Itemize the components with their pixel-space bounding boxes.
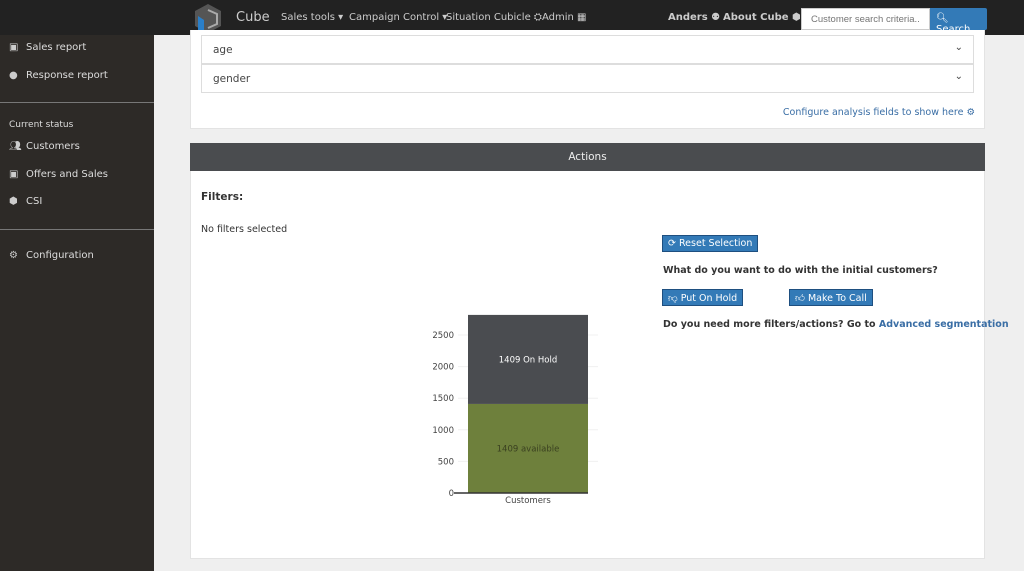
nav-situation-cubicle[interactable]: Situation Cubicle ⛭ [446, 12, 542, 23]
more-filters-text: Do you need more filters/actions? Go to … [663, 319, 1009, 330]
sidebar: ▣ Sales report ● Response report Current s… [0, 35, 154, 571]
accordion-age[interactable]: age ⌄ [201, 35, 974, 64]
field-label: age [213, 44, 233, 56]
users-icon: 👥︎ [9, 141, 22, 152]
bar-data-label: 1409 On Hold [499, 355, 557, 365]
reset-selection-button[interactable]: ⟳ Reset Selection [662, 235, 759, 252]
cogs-icon: ⚙ [966, 107, 975, 118]
nav-about[interactable]: About Cube ⬢ [723, 12, 801, 23]
refresh-icon: ⟳ [668, 238, 676, 249]
customers-chart: 0 500 1000 1500 2000 2500 1409 available 1409 O… [432, 314, 598, 506]
label: CSI [26, 196, 43, 207]
gift-icon: ▣ [9, 42, 19, 53]
sidebar-item-sales-report[interactable]: ▣ Sales report [9, 42, 86, 53]
put-on-hold-button[interactable]: 👎︎ Put On Hold [662, 289, 744, 306]
sidebar-item-csi[interactable]: ⬢ CSI [9, 196, 42, 207]
label: Make To Call [807, 293, 867, 304]
divider [0, 229, 154, 230]
nav-sales-tools[interactable]: Sales tools ▾ [281, 12, 343, 23]
sidebar-item-configuration[interactable]: ⚙ Configuration [9, 250, 94, 261]
chevron-down-icon: ⌄ [954, 71, 963, 82]
nav-campaign-control[interactable]: Campaign Control ▾ [349, 12, 447, 23]
y-tick-label: 2000 [432, 363, 454, 373]
advanced-segmentation-link[interactable]: Advanced segmentation [879, 319, 1009, 330]
accordion-gender[interactable]: gender ⌄ [201, 64, 974, 93]
label: Put On Hold [680, 293, 738, 304]
nav-user[interactable]: Anders ⚉ [668, 12, 720, 23]
cube-icon: ⬢ [9, 196, 18, 207]
y-tick-label: 500 [438, 457, 454, 467]
label: Sales report [26, 42, 87, 53]
label: Reset Selection [679, 238, 753, 249]
thumbs-up-icon: 👍︎ [795, 293, 805, 304]
sidebar-item-customers[interactable]: 👥︎ Customers [9, 141, 80, 152]
actions-header: Actions [190, 143, 985, 171]
comments-icon: ● [9, 70, 18, 81]
question-text: What do you want to do with the initial … [663, 265, 938, 276]
make-to-call-button[interactable]: 👍︎ Make To Call [789, 289, 873, 306]
y-tick-label: 1500 [432, 394, 454, 404]
field-label: gender [213, 73, 251, 85]
chevron-down-icon: ⌄ [954, 42, 963, 53]
section-current-status: Current status [9, 120, 74, 130]
label: Offers and Sales [26, 169, 109, 180]
y-tick-label: 1000 [432, 426, 454, 436]
cogs-icon: ⚙ [9, 250, 18, 261]
prefix: Do you need more filters/actions? Go to [663, 319, 876, 330]
search-button[interactable]: 🔍︎ Search [930, 8, 987, 35]
label: Response report [26, 70, 108, 81]
link-text: Configure analysis fields to show here [782, 107, 964, 118]
customer-search-input[interactable] [801, 8, 930, 30]
y-tick-label: 0 [449, 489, 454, 499]
divider [0, 102, 154, 103]
search-icon: 🔍︎ [936, 13, 949, 24]
label: Customers [26, 141, 80, 152]
gift-icon: ▣ [9, 169, 19, 180]
no-filters-text: No filters selected [201, 224, 288, 235]
nav-admin[interactable]: Admin ▦ [542, 12, 587, 23]
brand-name[interactable]: Cube [236, 10, 270, 25]
sidebar-item-response-report[interactable]: ● Response report [9, 70, 108, 81]
label: Configuration [26, 250, 94, 261]
x-tick-label: Customers [505, 496, 551, 506]
bar-data-label: 1409 available [497, 444, 560, 454]
thumbs-down-icon: 👎︎ [668, 293, 678, 304]
sidebar-item-offers-and-sales[interactable]: ▣ Offers and Sales [9, 169, 108, 180]
filters-label: Filters: [201, 191, 244, 203]
y-tick-label: 2500 [432, 331, 454, 341]
configure-fields-link[interactable]: Configure analysis fields to show here ⚙ [783, 107, 975, 118]
